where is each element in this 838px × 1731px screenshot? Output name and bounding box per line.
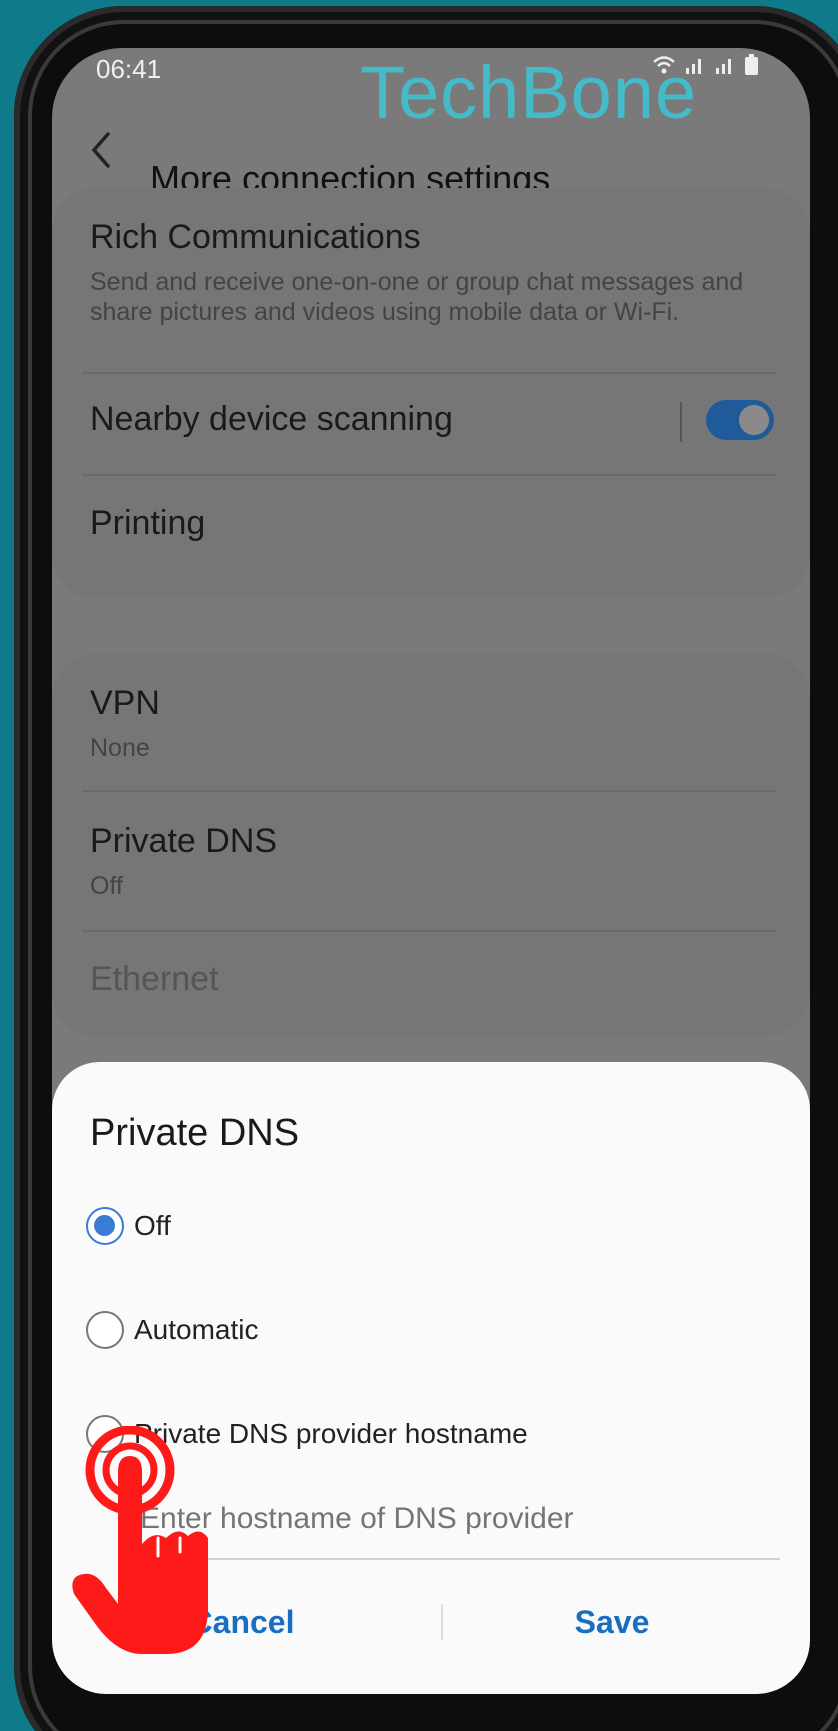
radio-automatic[interactable] — [86, 1311, 124, 1349]
vpn-title: VPN — [90, 684, 160, 722]
input-underline — [132, 1558, 780, 1560]
battery-icon — [744, 54, 760, 81]
nearby-scanning-toggle[interactable] — [706, 400, 774, 440]
option-automatic[interactable]: Automatic — [86, 1308, 259, 1352]
nearby-device-scanning-item[interactable]: Nearby device scanning — [90, 400, 774, 444]
app-bar: More connection settings — [52, 114, 810, 199]
nearby-device-scanning-title: Nearby device scanning — [90, 400, 453, 438]
status-time: 06:41 — [96, 54, 162, 84]
ethernet-title: Ethernet — [90, 960, 219, 998]
divider — [82, 930, 776, 932]
signal-icon — [714, 56, 744, 81]
printing-item[interactable]: Printing — [90, 504, 774, 543]
divider — [82, 474, 776, 476]
back-arrow-icon[interactable] — [86, 130, 116, 181]
settings-group-connections: Rich Communications Send and receive one… — [52, 188, 810, 598]
save-button[interactable]: Save — [452, 1572, 772, 1672]
tap-hand-icon — [72, 1426, 208, 1654]
option-off[interactable]: Off — [86, 1204, 171, 1248]
private-dns-title: Private DNS — [90, 822, 278, 860]
radio-off[interactable] — [86, 1207, 124, 1245]
ethernet-item: Ethernet — [90, 960, 774, 999]
private-dns-subtitle: Off — [90, 872, 123, 900]
vpn-subtitle: None — [90, 734, 150, 762]
vpn-item[interactable]: VPN None — [90, 684, 774, 763]
toggle-knob — [736, 402, 772, 438]
divider — [82, 372, 776, 374]
dialog-title: Private DNS — [90, 1112, 300, 1154]
button-separator — [441, 1604, 443, 1640]
option-automatic-label: Automatic — [134, 1314, 259, 1345]
rich-communications-subtitle: Send and receive one-on-one or group cha… — [90, 268, 744, 326]
rich-communications-title: Rich Communications — [90, 218, 421, 256]
hostname-input[interactable] — [140, 1494, 724, 1544]
divider — [82, 790, 776, 792]
settings-group-network: VPN None Private DNS Off Ethernet — [52, 654, 810, 1036]
toggle-separator — [680, 402, 682, 442]
status-bar: 06:41 TechBone — [52, 48, 810, 134]
private-dns-item[interactable]: Private DNS Off — [90, 822, 774, 901]
rich-communications-item[interactable]: Rich Communications Send and receive one… — [90, 218, 774, 327]
option-off-label: Off — [134, 1210, 171, 1241]
printing-title: Printing — [90, 504, 206, 542]
